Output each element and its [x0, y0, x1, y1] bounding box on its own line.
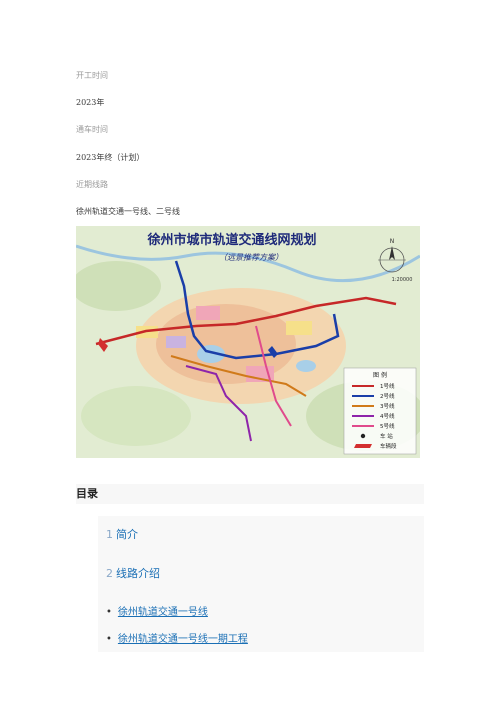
- legend-item: 1号线: [380, 382, 395, 390]
- bullet-icon: •: [106, 634, 112, 645]
- start-time-value: 2023年: [76, 98, 105, 107]
- toc-section-label: 简介: [116, 528, 138, 541]
- near-term-lines-value: 徐州轨道交通一号线、二号线: [76, 207, 180, 216]
- map-block: [196, 306, 220, 320]
- open-time-label: 通车时间: [76, 125, 108, 134]
- rail-network-map: 徐州市城市轨道交通线网规划 （远景推荐方案） N 1:20000 图 例 1号线…: [76, 226, 420, 458]
- legend-swatch: [360, 433, 366, 439]
- toc-section-number: 1: [106, 528, 113, 541]
- toc-link-label[interactable]: 徐州轨道交通一号线一期工程: [118, 634, 248, 645]
- legend-item: 2号线: [380, 392, 395, 400]
- near-term-lines-label: 近期线路: [76, 180, 108, 189]
- scale-label: 1:20000: [392, 277, 413, 283]
- legend-item: 车 站: [380, 432, 393, 440]
- toc-heading: 目录: [76, 484, 424, 504]
- map-subtitle: （远景推荐方案）: [219, 253, 283, 262]
- map-block: [286, 321, 312, 335]
- open-time-value: 2023年终（计划）: [76, 153, 145, 162]
- map-block: [166, 336, 186, 348]
- map-lake: [296, 360, 316, 372]
- toc-link-line-1[interactable]: • 徐州轨道交通一号线: [106, 603, 208, 618]
- toc-section-intro[interactable]: 1 简介: [106, 526, 138, 542]
- toc-section-number: 2: [106, 567, 113, 580]
- map-title: 徐州市城市轨道交通线网规划: [146, 232, 316, 248]
- toc-link-line-1-phase-1[interactable]: • 徐州轨道交通一号线一期工程: [106, 630, 248, 645]
- legend-swatch: [354, 444, 372, 448]
- legend-item: 3号线: [380, 402, 395, 410]
- toc-section-lines[interactable]: 2 线路介绍: [106, 565, 160, 581]
- legend-item: 4号线: [380, 412, 395, 420]
- legend-heading: 图 例: [373, 371, 387, 379]
- north-label: N: [390, 238, 395, 245]
- map-terrain: [81, 386, 191, 446]
- legend-item: 车辆段: [380, 442, 397, 450]
- bullet-icon: •: [106, 607, 112, 618]
- start-time-label: 开工时间: [76, 71, 108, 80]
- legend-item: 5号线: [380, 422, 395, 430]
- toc-section-label: 线路介绍: [116, 567, 160, 580]
- map-legend: 图 例 1号线 2号线 3号线 4号线 5号线 车 站 车辆段: [343, 367, 417, 455]
- toc-link-label[interactable]: 徐州轨道交通一号线: [118, 607, 208, 618]
